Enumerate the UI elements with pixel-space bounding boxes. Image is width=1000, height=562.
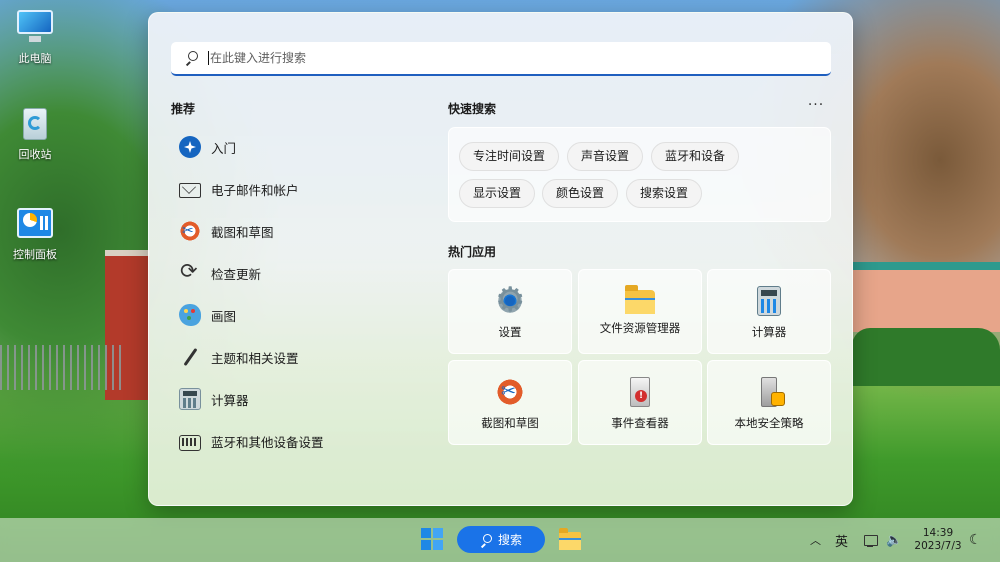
folder-icon [625, 285, 655, 314]
event-viewer-icon [630, 377, 650, 407]
taskbar: 搜索 ︿ 英 🔈 14:39 2023/7/3 ☾ [0, 518, 1000, 562]
computer-icon [15, 8, 55, 46]
recommended-item-label: 入门 [211, 140, 237, 156]
start-button[interactable] [421, 528, 443, 550]
desktop-icon-label: 此电脑 [18, 52, 52, 65]
desktop-icon-recycle-bin[interactable]: 回收站 [0, 104, 70, 162]
get-started-icon [179, 136, 201, 158]
taskbar-file-explorer-icon[interactable] [559, 528, 581, 550]
search-box[interactable] [171, 42, 831, 76]
show-hidden-icons-chevron-icon[interactable]: ︿ [810, 518, 821, 562]
taskbar-search-button[interactable]: 搜索 [457, 526, 545, 553]
app-tile-file-explorer[interactable]: 文件资源管理器 [578, 269, 702, 354]
wallpaper-hedge [852, 328, 1000, 386]
clock[interactable]: 14:39 2023/7/3 [914, 518, 962, 562]
mail-icon [179, 183, 201, 198]
brush-icon [179, 346, 201, 368]
desktop-icon-control-panel[interactable]: 控制面板 [0, 204, 70, 262]
app-tile-label: 计算器 [751, 325, 787, 339]
recommended-item-check-updates[interactable]: 检查更新 [171, 252, 426, 294]
app-tile-event-viewer[interactable]: 事件查看器 [578, 360, 702, 445]
snip-sketch-icon [179, 220, 201, 242]
recommended-item-label: 计算器 [211, 392, 249, 408]
recommended-title: 推荐 [171, 102, 196, 116]
wallpaper-house-right [852, 262, 1000, 332]
text-caret [208, 51, 209, 65]
snip-sketch-icon [495, 377, 525, 407]
top-apps-title: 热门应用 [448, 245, 497, 259]
calculator-icon [757, 286, 781, 316]
search-panel: 推荐 入门 电子邮件和帐户 截图和草图 检查更新 画图 主题和相关设置 计算器 [148, 12, 853, 506]
app-tile-label: 截图和草图 [481, 416, 539, 430]
app-tile-label: 事件查看器 [611, 416, 669, 430]
recommended-item-label: 电子邮件和帐户 [211, 182, 299, 198]
more-options-button[interactable]: ··· [805, 98, 827, 117]
search-input[interactable] [210, 51, 831, 65]
recommended-item-email-accounts[interactable]: 电子邮件和帐户 [171, 168, 426, 210]
taskbar-search-label: 搜索 [497, 533, 522, 547]
quick-search-title: 快速搜索 [448, 102, 497, 116]
recommended-item-paint[interactable]: 画图 [171, 294, 426, 336]
recommended-item-bluetooth-devices[interactable]: 蓝牙和其他设备设置 [171, 420, 426, 462]
refresh-icon [179, 259, 201, 284]
network-icon[interactable] [864, 518, 878, 562]
app-tile-calculator[interactable]: 计算器 [707, 269, 831, 354]
recommended-item-label: 截图和草图 [211, 224, 274, 240]
recommended-item-label: 画图 [211, 308, 237, 324]
wallpaper-fence [0, 345, 125, 390]
input-method-indicator[interactable]: 英 [835, 518, 848, 562]
security-policy-icon [761, 377, 785, 407]
recommended-item-themes[interactable]: 主题和相关设置 [171, 336, 426, 378]
calculator-icon [179, 388, 201, 410]
search-icon [185, 51, 199, 66]
desktop-icon-label: 控制面板 [13, 248, 57, 261]
quick-search-chip-sound[interactable]: 声音设置 [567, 142, 644, 171]
desktop-icon-label: 回收站 [18, 148, 52, 161]
recommended-item-label: 检查更新 [211, 266, 262, 282]
quick-search-box: 专注时间设置 声音设置 蓝牙和设备 显示设置 颜色设置 搜索设置 [448, 127, 831, 222]
quick-search-chip-color[interactable]: 颜色设置 [542, 179, 619, 208]
quick-search-chip-display[interactable]: 显示设置 [459, 179, 536, 208]
clock-date: 2023/7/3 [914, 540, 962, 552]
desktop-icon-this-pc[interactable]: 此电脑 [0, 8, 70, 66]
app-tile-label: 文件资源管理器 [599, 321, 681, 335]
recommended-item-label: 主题和相关设置 [211, 350, 299, 366]
settings-gear-icon [495, 280, 525, 320]
app-tile-label: 设置 [498, 325, 522, 339]
quick-search-chip-focus[interactable]: 专注时间设置 [459, 142, 560, 171]
recommended-item-get-started[interactable]: 入门 [171, 126, 426, 168]
quick-search-chip-bluetooth[interactable]: 蓝牙和设备 [651, 142, 740, 171]
search-icon [480, 533, 492, 548]
quick-search-chip-search[interactable]: 搜索设置 [626, 179, 703, 208]
recommended-item-snip-sketch[interactable]: 截图和草图 [171, 210, 426, 252]
keyboard-device-icon [179, 434, 201, 451]
recommended-list: 入门 电子邮件和帐户 截图和草图 检查更新 画图 主题和相关设置 计算器 蓝牙 [171, 126, 426, 462]
paint-icon [179, 304, 201, 326]
clock-time: 14:39 [922, 527, 954, 539]
recommended-item-calculator[interactable]: 计算器 [171, 378, 426, 420]
app-tile-snip-sketch[interactable]: 截图和草图 [448, 360, 572, 445]
app-tile-settings[interactable]: 设置 [448, 269, 572, 354]
recycle-bin-icon [15, 104, 55, 142]
app-tile-label: 本地安全策略 [734, 416, 804, 430]
focus-assist-moon-icon[interactable]: ☾ [969, 518, 982, 562]
recommended-item-label: 蓝牙和其他设备设置 [211, 434, 324, 450]
control-panel-icon [15, 204, 55, 242]
volume-icon[interactable]: 🔈 [886, 518, 902, 562]
app-tile-local-security-policy[interactable]: 本地安全策略 [707, 360, 831, 445]
